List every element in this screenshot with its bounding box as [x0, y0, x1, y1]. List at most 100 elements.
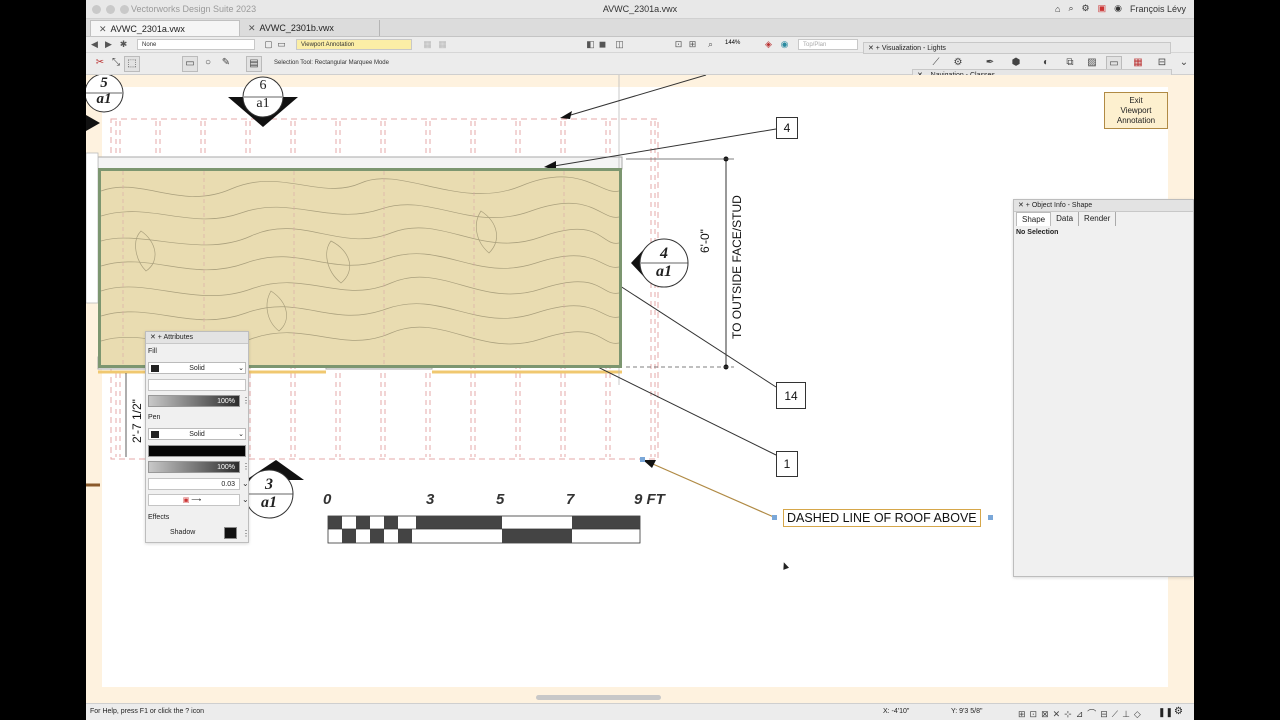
lasso-marquee-icon[interactable]: ○ [200, 56, 216, 72]
palette-close-icon[interactable]: ✕ + [150, 334, 162, 341]
close-tab-icon[interactable]: ✕ [248, 23, 256, 33]
fill-opacity-bar[interactable]: 100% [148, 395, 240, 407]
zoom-level[interactable]: 144% [725, 40, 740, 46]
horizontal-scrollbar[interactable] [536, 695, 661, 700]
tab-data[interactable]: Data [1051, 212, 1080, 226]
titlebar-controls: ⌂ ⌕ ⚙ ▣ ◉ François Lévy [1055, 3, 1186, 14]
search-icon[interactable]: ⌕ [1068, 3, 1073, 14]
palette-close-icon[interactable]: ✕ + [1018, 202, 1030, 209]
zoom-objects-icon[interactable]: ⊞ [686, 39, 699, 50]
tab-shape[interactable]: Shape [1016, 212, 1052, 226]
chevron-down-icon[interactable]: ⌄ [242, 494, 249, 506]
zoom-fit-icon[interactable]: ⊡ [672, 39, 685, 50]
snap-icons[interactable]: ⊞⊡⊠✕⊹⊿⌒⊟⟋⊥◇ [1018, 707, 1145, 720]
section-sheet: a1 [96, 91, 112, 107]
section-mark-6[interactable]: 6 a1 [249, 77, 277, 113]
section-mark-4[interactable]: 4 a1 [650, 245, 678, 281]
callout-4[interactable]: 4 [776, 117, 798, 139]
fill-swatch [151, 365, 159, 372]
close-tab-icon[interactable]: ✕ [99, 24, 107, 34]
callout-1[interactable]: 1 [776, 451, 798, 477]
dimension-2ft7[interactable]: 2'-7 1/2" [130, 399, 144, 443]
section-number: 6 [259, 78, 267, 93]
gear-icon[interactable]: ⚙ [1082, 3, 1090, 14]
no-selection-text: No Selection [1016, 229, 1059, 236]
layer-next-icon[interactable]: ▦ [436, 39, 449, 50]
exit-viewport-annotation-button[interactable]: Exit Viewport Annotation [1104, 92, 1168, 129]
line-weight-field[interactable]: 0.03 [148, 478, 240, 490]
view-dropdown[interactable]: Top/Plan [798, 39, 858, 50]
projection-icon[interactable]: ◫ [613, 39, 626, 50]
notification-icon[interactable]: ▣ [1098, 3, 1107, 14]
object-info-tabs: Shape Data Render [1016, 212, 1117, 226]
graphic-scale [327, 515, 641, 544]
standard-view-icon[interactable]: ◈ [762, 39, 775, 50]
active-layer-dropdown[interactable]: Viewport Annotation [296, 39, 412, 50]
section-mark-3[interactable]: 3 a1 [255, 476, 283, 512]
gear-icon[interactable]: ⚙ [1174, 706, 1183, 717]
fill-color-swatch[interactable] [148, 379, 246, 391]
attributes-palette-header[interactable]: ✕ + Attributes [146, 332, 248, 344]
render-mode-icon[interactable]: ◼ [596, 39, 609, 50]
pause-icon[interactable]: ❚❚ [1158, 707, 1173, 718]
chevron-down-icon[interactable]: ⌄ [242, 478, 249, 490]
toolbar-menu-icon[interactable]: ⌄ [1176, 56, 1192, 72]
pen-opacity-bar[interactable]: 100% [148, 461, 240, 473]
dimension-6ft[interactable]: 6'-0" [698, 229, 712, 253]
flyover-icon[interactable]: ◉ [778, 39, 791, 50]
vectorworks-window: Vectorworks Design Suite 2023 AVWC_2301a… [86, 0, 1194, 720]
pointer-tool-icon[interactable]: ✂ [92, 56, 108, 72]
title-bar: Vectorworks Design Suite 2023 AVWC_2301a… [86, 0, 1194, 19]
fill-style-dropdown[interactable]: Solid ⌄ [148, 362, 246, 374]
preferences-icon[interactable]: ▤ [246, 56, 262, 72]
zoom-icon[interactable]: ⌕ [704, 39, 717, 50]
rectangular-marquee-icon[interactable]: ▭ [182, 56, 198, 72]
class-visibility-icon[interactable]: ✱ [117, 39, 130, 50]
tool-mode-text: Selection Tool: Rectangular Marquee Mode [274, 60, 389, 66]
scale-label-0: 0 [323, 491, 332, 508]
arrow-icon: ⟶ [191, 497, 202, 504]
section-sheet: a1 [656, 263, 672, 280]
chevron-down-icon: ⌄ [238, 365, 244, 372]
back-arrow-icon[interactable]: ◀ [88, 39, 101, 50]
callout-14[interactable]: 14 [776, 382, 806, 409]
attributes-title: Attributes [163, 334, 194, 341]
exit-button-label: Exit Viewport Annotation [1116, 96, 1156, 125]
class-options-icon[interactable]: ▢ [262, 39, 275, 50]
layer-prev-icon[interactable]: ▦ [421, 39, 434, 50]
section-triangle [86, 115, 100, 131]
fill-opacity-more-icon[interactable]: ⋮ [242, 395, 250, 407]
tab-render[interactable]: Render [1079, 212, 1117, 226]
marquee-mode-icon[interactable]: ⬚ [124, 56, 140, 72]
arrowhead-field[interactable]: ▣ ⟶ [148, 494, 240, 506]
roof-note-text[interactable]: DASHED LINE OF ROOF ABOVE [783, 509, 981, 527]
forward-arrow-icon[interactable]: ▶ [102, 39, 115, 50]
section-number: 4 [660, 245, 668, 262]
active-class-dropdown[interactable]: None [137, 39, 255, 50]
shadow-toggle[interactable]: Shadow [152, 529, 195, 542]
polygon-marquee-icon[interactable]: ✎ [218, 56, 234, 72]
user-name[interactable]: François Lévy [1130, 4, 1186, 14]
section-mark-5[interactable]: 5 a1 [90, 75, 118, 107]
object-info-header[interactable]: ✕ + Object Info - Shape [1014, 200, 1193, 212]
transform-mode-icon[interactable]: ⤡ [108, 56, 124, 72]
x-coordinate: X: -4'10" [883, 708, 910, 715]
tab-avwc-2301b[interactable]: ✕ AVWC_2301b.vwx [240, 20, 380, 36]
shadow-more-icon[interactable]: ⋮ [242, 528, 250, 540]
shadow-color-swatch[interactable] [224, 527, 237, 539]
pen-style-dropdown[interactable]: Solid ⌄ [148, 428, 246, 440]
tab-avwc-2301a[interactable]: ✕ AVWC_2301a.vwx [90, 20, 240, 36]
pen-color-swatch[interactable] [148, 445, 246, 457]
home-icon[interactable]: ⌂ [1055, 4, 1060, 14]
document-title: AVWC_2301a.vwx [602, 4, 678, 14]
layer-options-icon[interactable]: ▭ [275, 39, 288, 50]
dimension-note[interactable]: TO OUTSIDE FACE/STUD [730, 195, 744, 339]
user-icon[interactable]: ◉ [1114, 3, 1122, 14]
palette-close-icon[interactable]: ✕ + [868, 45, 880, 52]
document-tab-bar: ✕ AVWC_2301a.vwx ✕ AVWC_2301b.vwx [86, 19, 1194, 37]
visualization-palette-title: Visualization - Lights [881, 45, 946, 52]
scale-label-5: 5 [496, 491, 505, 508]
pen-opacity-more-icon[interactable]: ⋮ [242, 461, 250, 473]
visualization-palette-header[interactable]: ✕ + Visualization - Lights [863, 42, 1171, 54]
help-text: For Help, press F1 or click the ? icon [90, 708, 204, 715]
